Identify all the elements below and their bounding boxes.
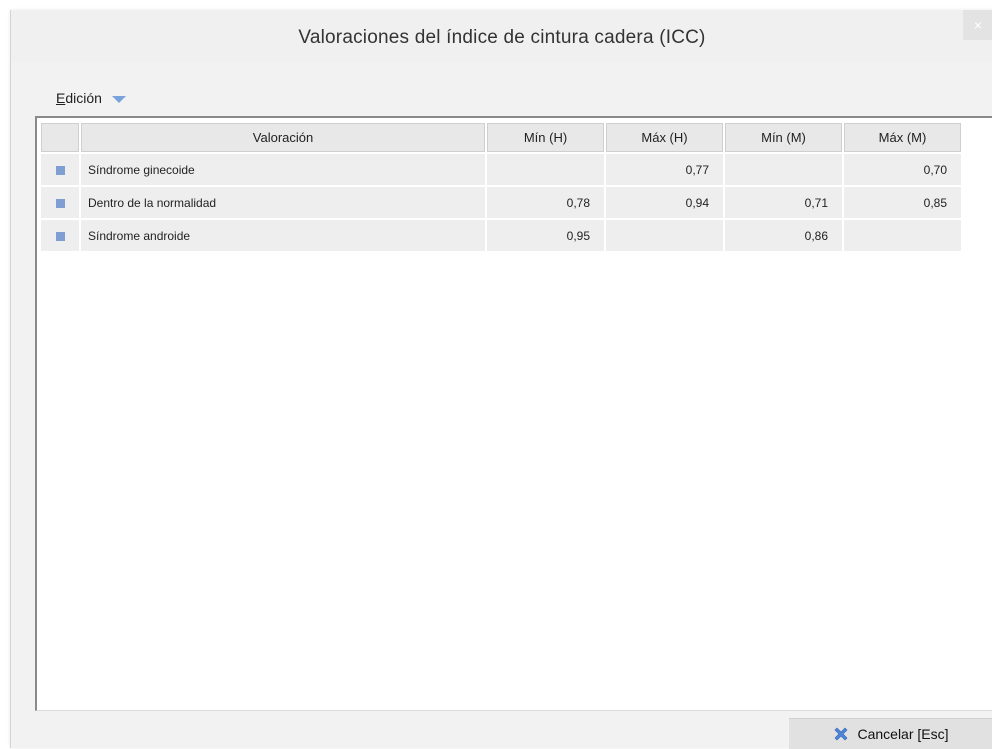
cancel-x-icon — [835, 727, 848, 741]
cell-min-m[interactable] — [725, 154, 842, 185]
footer-bar: Cancelar [Esc] — [11, 710, 992, 749]
cell-min-h[interactable]: 0,95 — [487, 220, 604, 251]
cell-max-h[interactable]: 0,77 — [606, 154, 723, 185]
row-indicator[interactable] — [41, 220, 79, 251]
close-button[interactable]: × — [963, 10, 992, 40]
header-min-m[interactable]: Mín (M) — [725, 123, 842, 152]
cell-max-m[interactable]: 0,85 — [844, 187, 961, 218]
header-row: Valoración Mín (H) Máx (H) Mín (M) Máx (… — [41, 123, 961, 152]
cell-max-m[interactable]: 0,70 — [844, 154, 961, 185]
cell-min-m[interactable]: 0,86 — [725, 220, 842, 251]
header-max-m[interactable]: Máx (M) — [844, 123, 961, 152]
menu-bar: Edición — [11, 72, 992, 112]
cancel-button-label: Cancelar [Esc] — [857, 726, 949, 742]
window-title: Valoraciones del índice de cintura cader… — [298, 27, 706, 48]
cancel-button[interactable]: Cancelar [Esc] — [789, 718, 992, 749]
cell-valoracion[interactable]: Dentro de la normalidad — [81, 187, 485, 218]
close-icon: × — [973, 17, 983, 33]
header-indicator — [41, 123, 79, 152]
row-indicator[interactable] — [41, 187, 79, 218]
cell-valoracion[interactable]: Síndrome ginecoide — [81, 154, 485, 185]
dialog-window: Valoraciones del índice de cintura cader… — [10, 10, 992, 749]
cell-min-h[interactable]: 0,78 — [487, 187, 604, 218]
menu-edicion-mnemonic: E — [56, 90, 66, 106]
chevron-down-icon — [111, 95, 126, 103]
ratings-grid[interactable]: Valoración Mín (H) Máx (H) Mín (M) Máx (… — [35, 116, 992, 711]
cell-max-h[interactable] — [606, 220, 723, 251]
row-marker-icon — [55, 165, 65, 175]
menu-edicion[interactable]: Edición — [56, 90, 126, 106]
table-row[interactable]: Síndrome androide 0,95 0,86 — [41, 220, 961, 251]
cell-min-h[interactable] — [487, 154, 604, 185]
header-valoracion[interactable]: Valoración — [81, 123, 485, 152]
cell-max-h[interactable]: 0,94 — [606, 187, 723, 218]
table-row[interactable]: Síndrome ginecoide 0,77 0,70 — [41, 154, 961, 185]
title-bar: Valoraciones del índice de cintura cader… — [11, 10, 992, 62]
cell-valoracion[interactable]: Síndrome androide — [81, 220, 485, 251]
header-max-h[interactable]: Máx (H) — [606, 123, 723, 152]
menu-edicion-label: dición — [65, 90, 102, 106]
table-row[interactable]: Dentro de la normalidad 0,78 0,94 0,71 0… — [41, 187, 961, 218]
cell-min-m[interactable]: 0,71 — [725, 187, 842, 218]
ratings-table: Valoración Mín (H) Máx (H) Mín (M) Máx (… — [39, 121, 963, 253]
cell-max-m[interactable] — [844, 220, 961, 251]
header-min-h[interactable]: Mín (H) — [487, 123, 604, 152]
row-marker-icon — [55, 231, 65, 241]
row-marker-icon — [55, 198, 65, 208]
row-indicator[interactable] — [41, 154, 79, 185]
